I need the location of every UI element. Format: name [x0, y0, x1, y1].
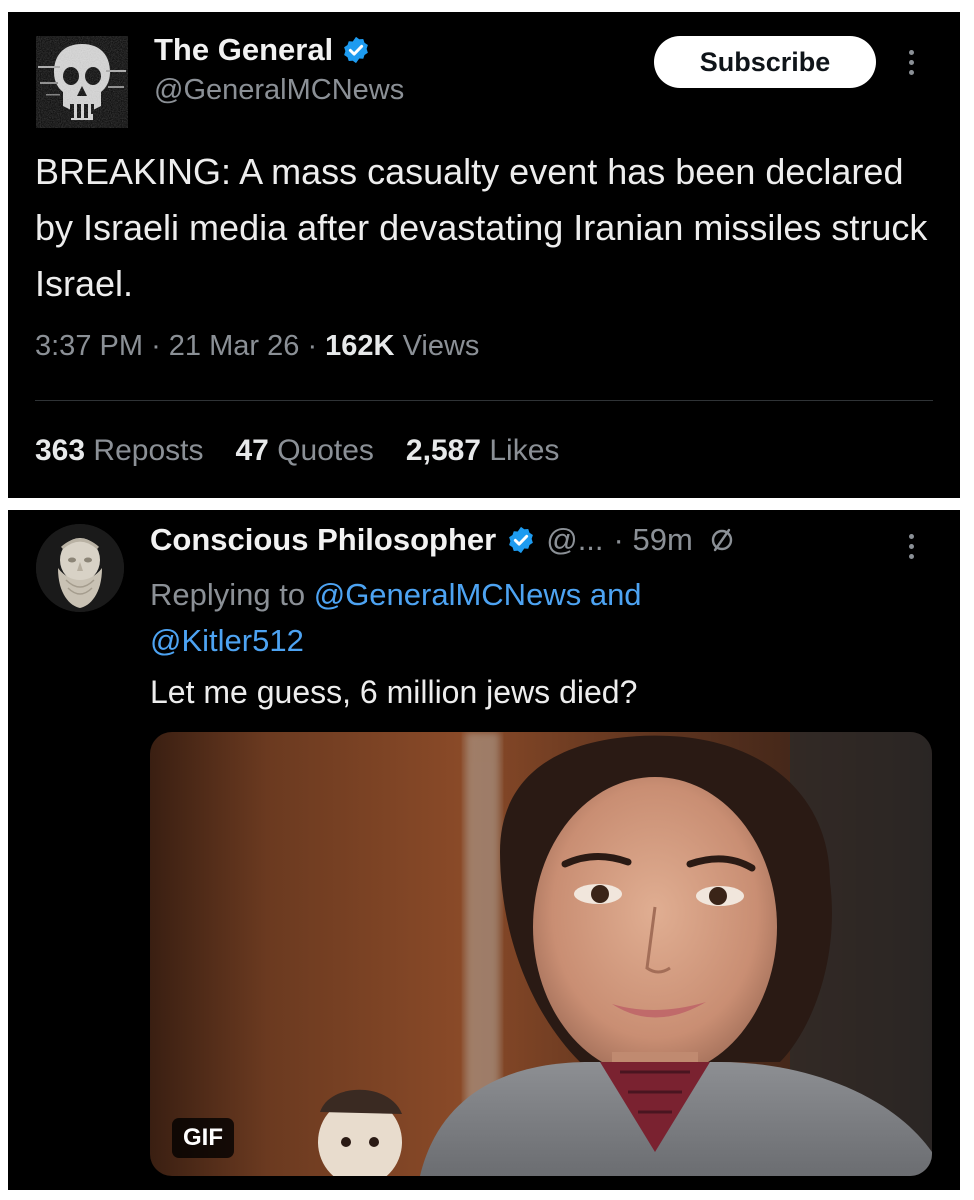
reposts-count: 363	[35, 434, 86, 467]
mute-icon	[707, 525, 737, 555]
author-handle[interactable]: @GeneralMCNews	[154, 74, 404, 107]
reply-header: Conscious Philosopher @... · 59m	[150, 522, 737, 558]
reply-timestamp[interactable]: · 59m	[614, 522, 693, 558]
gif-still-image	[150, 732, 932, 1176]
views-count: 162K	[325, 330, 395, 362]
quotes-stat[interactable]: 47 Quotes	[235, 434, 373, 468]
reply-tweet-panel: Conscious Philosopher @... · 59m Replyin…	[8, 510, 960, 1190]
more-vertical-icon[interactable]	[906, 534, 916, 559]
meta-separator: ·	[151, 330, 161, 362]
replying-prefix: Replying to	[150, 577, 306, 612]
tweet-meta: 3:37 PM · 21 Mar 26 · 162K Views	[35, 330, 479, 363]
meta-separator: ·	[307, 330, 318, 362]
main-tweet-panel: The General @GeneralMCNews Subscribe BRE…	[8, 12, 960, 498]
views-label: Views	[402, 330, 480, 362]
tweet-date[interactable]: 21 Mar 26	[169, 330, 300, 362]
engagement-stats: 363 Reposts 47 Quotes 2,587 Likes	[35, 434, 559, 468]
reply-author-name[interactable]: Conscious Philosopher	[150, 522, 496, 558]
author-avatar[interactable]	[36, 36, 128, 128]
subscribe-button[interactable]: Subscribe	[654, 36, 876, 88]
divider	[35, 400, 933, 401]
author-name-row[interactable]: The General	[154, 32, 371, 68]
mention-connector: and	[589, 577, 642, 612]
reposts-label: Reposts	[93, 434, 204, 467]
reply-author-avatar[interactable]	[36, 524, 124, 612]
tweet-text: BREAKING: A mass casualty event has been…	[35, 151, 928, 304]
quotes-label: Quotes	[277, 434, 374, 467]
gif-media[interactable]	[150, 732, 932, 1176]
more-vertical-icon[interactable]	[906, 50, 916, 75]
likes-stat[interactable]: 2,587 Likes	[406, 434, 559, 468]
reply-text: Let me guess, 6 million jews died?	[150, 674, 638, 710]
mention-link[interactable]: @Kitler512	[150, 623, 304, 658]
author-name[interactable]: The General	[154, 32, 333, 68]
quotes-count: 47	[235, 434, 269, 467]
gif-badge: GIF	[172, 1118, 234, 1158]
verified-badge-icon	[506, 525, 536, 555]
socrates-bust-image	[36, 524, 124, 612]
tweet-time[interactable]: 3:37 PM	[35, 330, 143, 362]
likes-count: 2,587	[405, 434, 481, 467]
reposts-stat[interactable]: 363 Reposts	[35, 434, 203, 468]
replying-to-line: Replying to @GeneralMCNews and @Kitler51…	[150, 572, 870, 664]
likes-label: Likes	[489, 434, 560, 467]
reply-author-handle[interactable]: @...	[546, 522, 603, 558]
mention-link[interactable]: @GeneralMCNews	[314, 577, 581, 612]
verified-badge-icon	[341, 35, 371, 65]
punisher-skull-logo	[36, 36, 128, 128]
